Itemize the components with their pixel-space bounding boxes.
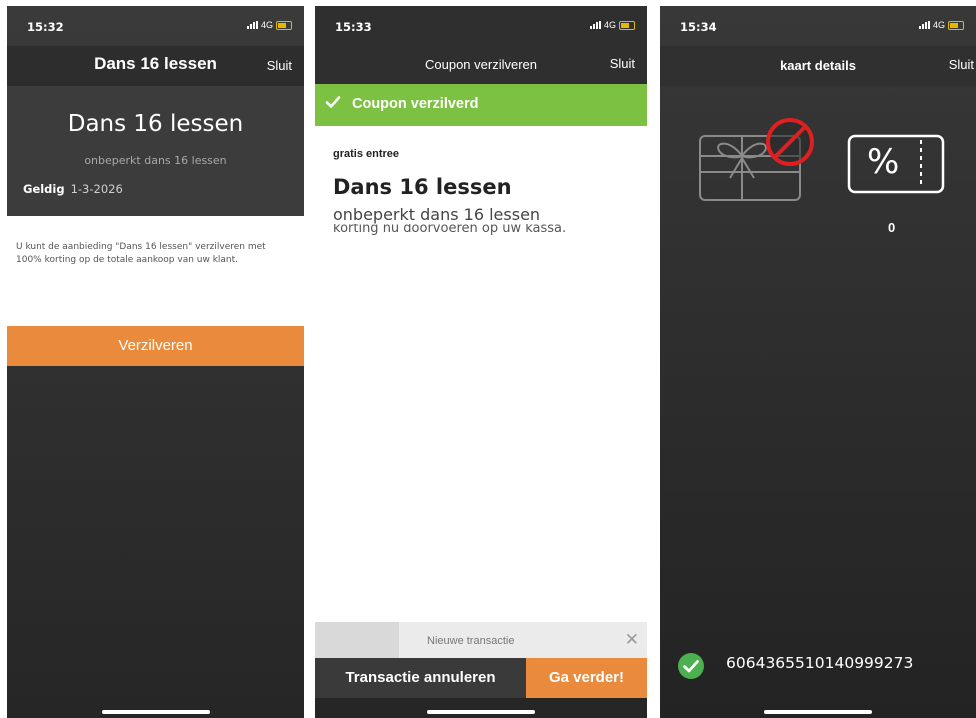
screen-card-details: 15:34 4G kaart details Sluit % 0 6064365… <box>660 6 976 718</box>
close-button[interactable]: Sluit <box>949 57 974 72</box>
network-label: 4G <box>932 20 945 30</box>
close-button[interactable]: Sluit <box>267 58 292 73</box>
percent-symbol: % <box>867 142 900 182</box>
card-number: 6064365510140999273 <box>726 654 914 672</box>
battery-icon <box>948 20 964 30</box>
home-indicator[interactable] <box>101 710 210 714</box>
network-label: 4G <box>603 20 616 30</box>
signal-icon <box>589 21 601 29</box>
coupon-type-label: gratis entree <box>333 148 400 160</box>
coupon-card: Dans 16 lessen onbeperkt dans 16 lessen … <box>7 86 304 216</box>
nav-bar: Coupon verzilveren Sluit <box>315 40 647 84</box>
coupon-title: Dans 16 lessen <box>67 111 244 137</box>
page-title: Coupon verzilveren <box>424 57 537 72</box>
redeem-button[interactable]: Verzilveren <box>7 326 304 366</box>
close-icon[interactable]: ✕ <box>625 630 639 650</box>
coupon-title: Dans 16 lessen <box>333 175 512 199</box>
success-banner: Coupon verzilverd <box>315 84 647 126</box>
battery-icon <box>276 20 292 30</box>
check-circle-icon <box>678 653 704 679</box>
status-bar: 15:32 4G <box>7 6 304 40</box>
status-bar: 15:34 4G <box>660 6 976 40</box>
home-indicator[interactable] <box>764 710 872 714</box>
page-title: kaart details <box>780 58 856 73</box>
close-button[interactable]: Sluit <box>610 56 635 71</box>
info-panel: U kunt de aanbieding "Dans 16 lessen" ve… <box>7 216 304 326</box>
status-time: 15:33 <box>335 20 372 34</box>
home-indicator[interactable] <box>427 710 535 714</box>
new-transaction-tab <box>315 622 399 658</box>
coupon-count: 0 <box>888 220 896 235</box>
new-transaction-label: Nieuwe transactie <box>427 635 515 647</box>
new-transaction-bar[interactable]: Nieuwe transactie ✕ <box>315 622 647 658</box>
percent-coupon-icon[interactable]: % <box>847 134 945 194</box>
validity-date: 1-3-2026 <box>70 182 123 196</box>
screen-coupon-detail: 15:32 4G Dans 16 lessen Sluit Dans 16 le… <box>7 6 304 718</box>
cancel-transaction-button[interactable]: Transactie annuleren <box>315 658 526 698</box>
battery-icon <box>619 20 635 30</box>
network-label: 4G <box>260 20 273 30</box>
nav-bar: Dans 16 lessen Sluit <box>7 46 304 86</box>
validity-label: Geldig <box>23 182 65 196</box>
coupon-subtitle: onbeperkt dans 16 lessen <box>333 205 541 224</box>
status-time: 15:32 <box>27 20 64 34</box>
checkmark-icon <box>325 96 341 108</box>
banner-text: Coupon verzilverd <box>352 96 479 112</box>
coupon-subtitle: onbeperkt dans 16 lessen <box>84 154 227 167</box>
info-text: U kunt de aanbieding "Dans 16 lessen" ve… <box>16 242 266 266</box>
status-indicators: 4G <box>589 20 635 30</box>
gift-card-no-icon[interactable] <box>698 114 818 204</box>
nav-bar: kaart details Sluit <box>660 46 976 86</box>
status-indicators: 4G <box>918 20 964 30</box>
home-indicator-area <box>315 698 647 718</box>
coupon-note: korting nu doorvoeren op uw kassa. <box>333 224 567 236</box>
proceed-button[interactable]: Ga verder! <box>526 658 647 698</box>
status-indicators: 4G <box>246 20 292 30</box>
status-bar: 15:33 4G <box>315 6 647 40</box>
signal-icon <box>246 21 258 29</box>
validity: Geldig 1-3-2026 <box>23 182 123 196</box>
screen-coupon-redeemed: 15:33 4G Coupon verzilveren Sluit Coupon… <box>315 6 647 718</box>
status-time: 15:34 <box>680 20 717 34</box>
page-title: Dans 16 lessen <box>94 54 217 73</box>
signal-icon <box>918 21 930 29</box>
